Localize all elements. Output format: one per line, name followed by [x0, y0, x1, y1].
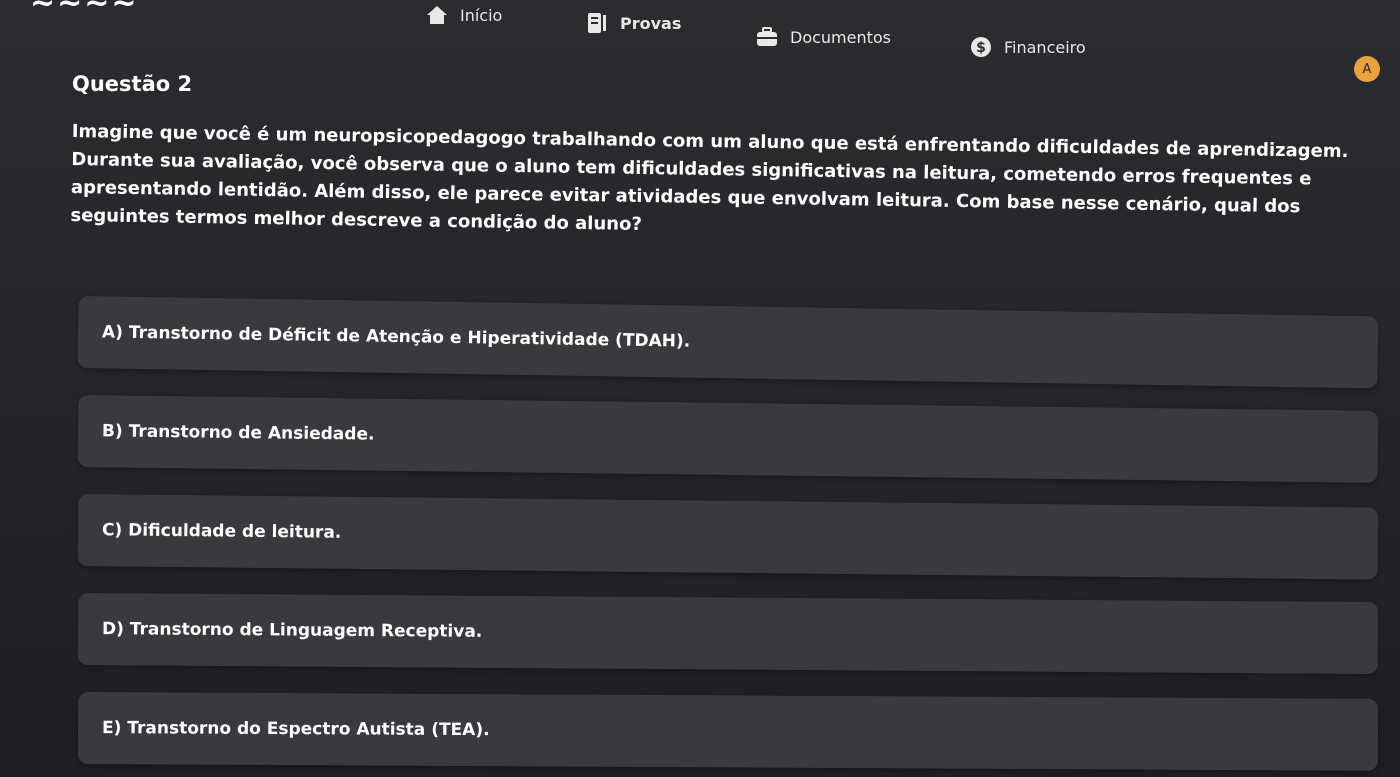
nav-item-provas[interactable]: Provas [586, 12, 681, 34]
answer-options: A) Transtorno de Déficit de Atenção e Hi… [77, 296, 1379, 777]
nav-item-financeiro[interactable]: $ Financeiro [970, 36, 1086, 58]
svg-text:$: $ [976, 40, 986, 56]
question-title: Questão 2 [72, 72, 193, 96]
dollar-icon: $ [970, 36, 992, 58]
nav-label-inicio: Início [460, 5, 503, 25]
brand-logo-fragment: ~~~~ [30, 0, 139, 21]
answer-option-b[interactable]: B) Transtorno de Ansiedade. [77, 395, 1379, 483]
home-icon [426, 4, 448, 26]
nav-label-financeiro: Financeiro [1004, 37, 1086, 57]
answer-option-e[interactable]: E) Transtorno do Espectro Autista (TEA). [77, 692, 1379, 771]
exam-icon [586, 12, 608, 34]
nav-item-inicio[interactable]: Início [426, 4, 502, 26]
briefcase-icon [756, 26, 778, 48]
answer-option-a[interactable]: A) Transtorno de Déficit de Atenção e Hi… [77, 296, 1379, 389]
nav-item-documentos[interactable]: Documentos [756, 26, 891, 48]
question-text: Imagine que você é um neuropsicopedagogo… [70, 120, 1349, 235]
screen: ~~~~ Início Provas Documentos $ Financei… [0, 0, 1400, 777]
answer-option-d[interactable]: D) Transtorno de Linguagem Receptiva. [77, 593, 1379, 675]
answer-option-c[interactable]: C) Dificuldade de leitura. [77, 494, 1379, 580]
user-avatar[interactable]: A [1354, 56, 1380, 82]
nav-label-documentos: Documentos [790, 27, 892, 47]
nav-label-provas: Provas [620, 13, 682, 33]
